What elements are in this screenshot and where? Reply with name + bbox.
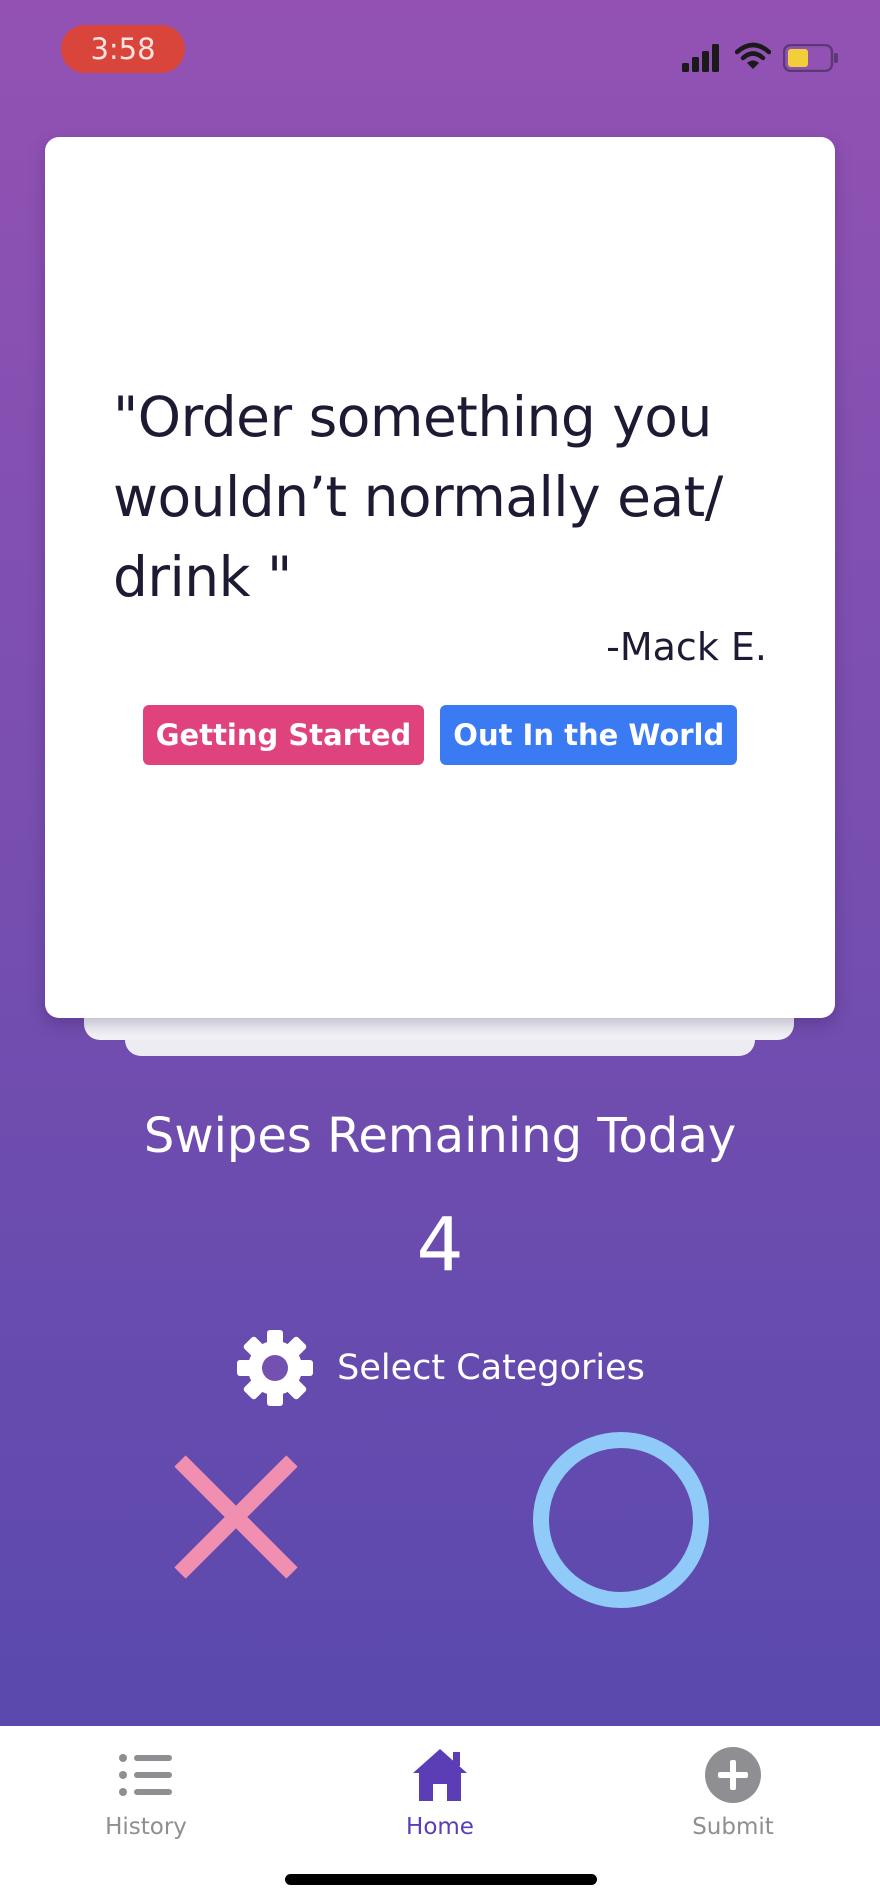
list-icon — [119, 1754, 172, 1796]
tab-home-label: Home — [406, 1814, 474, 1840]
gear-icon — [237, 1330, 314, 1406]
tab-bar: History Home Submit — [0, 1726, 880, 1904]
app-screen: 3:58 "Order something you wouldn’t norma… — [0, 0, 880, 1904]
quote-author: -Mack E. — [606, 625, 767, 669]
select-categories-label: Select Categories — [337, 1348, 645, 1388]
swipes-remaining-count: 4 — [416, 1202, 464, 1288]
signal-icon — [682, 44, 719, 72]
accept-button[interactable] — [528, 1427, 714, 1613]
tab-history-label: History — [105, 1814, 187, 1840]
home-indicator — [285, 1874, 597, 1885]
status-bar: 3:58 — [0, 0, 880, 100]
home-icon — [413, 1749, 467, 1801]
swipes-remaining-title: Swipes Remaining Today — [143, 1108, 737, 1164]
plus-icon — [705, 1747, 761, 1803]
tab-history[interactable]: History — [46, 1740, 246, 1840]
tag-out-in-the-world[interactable]: Out In the World — [440, 705, 738, 765]
card-tags: Getting Started Out In the World — [45, 705, 835, 765]
reject-button[interactable] — [172, 1453, 300, 1581]
challenge-card[interactable]: "Order something you wouldn’t normally e… — [45, 137, 835, 1018]
tab-submit[interactable]: Submit — [633, 1740, 833, 1840]
battery-icon — [783, 44, 838, 72]
select-categories-button[interactable]: Select Categories — [0, 1328, 880, 1408]
status-time: 3:58 — [61, 25, 185, 73]
tag-getting-started[interactable]: Getting Started — [142, 705, 425, 765]
tab-home[interactable]: Home — [340, 1740, 540, 1840]
circle-icon — [533, 1432, 709, 1608]
tab-submit-label: Submit — [692, 1814, 774, 1840]
x-icon — [174, 1455, 298, 1579]
challenge-quote: "Order something you wouldn’t normally e… — [113, 385, 723, 609]
wifi-icon — [735, 42, 771, 69]
